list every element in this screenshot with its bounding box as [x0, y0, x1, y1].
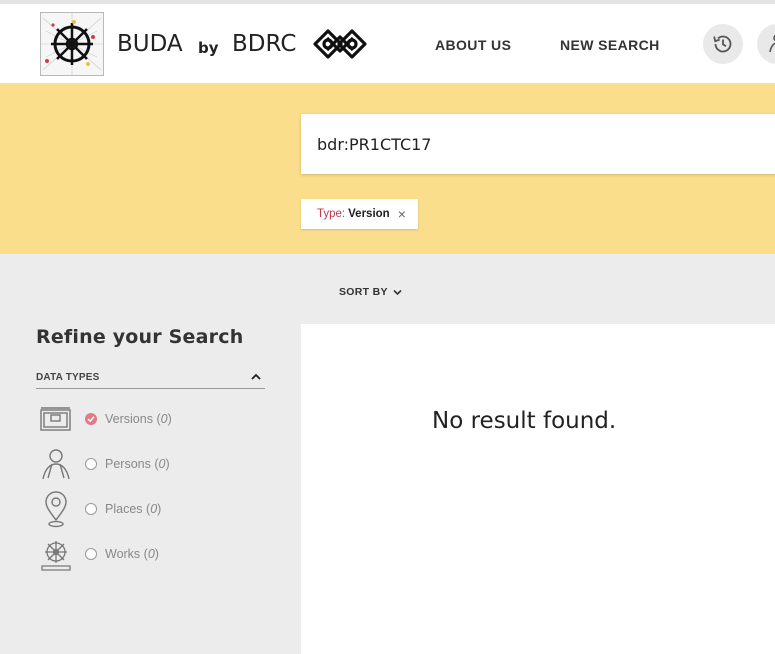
chevron-up-icon[interactable]	[251, 373, 261, 381]
version-book-icon	[40, 407, 71, 431]
brand-org: BDRC	[232, 31, 297, 57]
facet-label: Places (0)	[105, 502, 162, 516]
check-icon	[87, 416, 95, 423]
nav-new-search[interactable]: NEW SEARCH	[560, 37, 660, 53]
search-banner: Type: Version ×	[0, 84, 775, 254]
data-types-header[interactable]: DATA TYPES	[36, 372, 265, 389]
endless-knot-icon[interactable]	[311, 24, 369, 64]
map-pin-icon	[45, 491, 67, 528]
search-box[interactable]	[301, 114, 775, 174]
chip-key: Type:	[317, 208, 346, 220]
user-button[interactable]	[757, 24, 775, 64]
work-wheel-icon	[41, 541, 71, 571]
nav-about-us[interactable]: ABOUT US	[435, 37, 511, 53]
sort-by-dropdown[interactable]: SORT BY	[339, 286, 402, 298]
results-panel: No result found.	[301, 324, 775, 654]
chevron-down-icon	[393, 289, 402, 295]
user-icon	[769, 34, 775, 53]
facet-radio-works[interactable]	[85, 548, 97, 560]
facet-radio-places[interactable]	[85, 503, 97, 515]
buda-logo[interactable]	[40, 12, 104, 76]
facet-works[interactable]: Works (0)	[36, 535, 276, 575]
facet-persons[interactable]: Persons (0)	[36, 445, 276, 485]
no-result-message: No result found.	[432, 408, 617, 434]
close-icon[interactable]: ×	[398, 207, 406, 221]
facet-radio-versions[interactable]	[85, 413, 97, 425]
search-input[interactable]	[317, 114, 757, 174]
person-icon	[42, 449, 70, 480]
sidebar-title: Refine your Search	[36, 326, 244, 348]
sort-by-label: SORT BY	[339, 286, 388, 298]
dharma-wheel-logo-icon	[41, 13, 103, 75]
header: BUDA by BDRC ABOUT US NEW SEARCH	[0, 4, 775, 84]
brand-name: BUDA	[117, 31, 183, 57]
type-filter-chip[interactable]: Type: Version ×	[301, 199, 418, 229]
facet-label: Versions (0)	[105, 412, 172, 426]
chip-value: Version	[348, 208, 390, 220]
facet-places[interactable]: Places (0)	[36, 490, 276, 530]
data-types-label: DATA TYPES	[36, 372, 100, 383]
facet-versions[interactable]: Versions (0)	[36, 400, 276, 440]
facet-label: Persons (0)	[105, 457, 170, 471]
brand-by: by	[198, 39, 219, 57]
history-icon	[713, 35, 732, 53]
facet-label: Works (0)	[105, 547, 159, 561]
history-button[interactable]	[703, 24, 743, 64]
facet-radio-persons[interactable]	[85, 458, 97, 470]
